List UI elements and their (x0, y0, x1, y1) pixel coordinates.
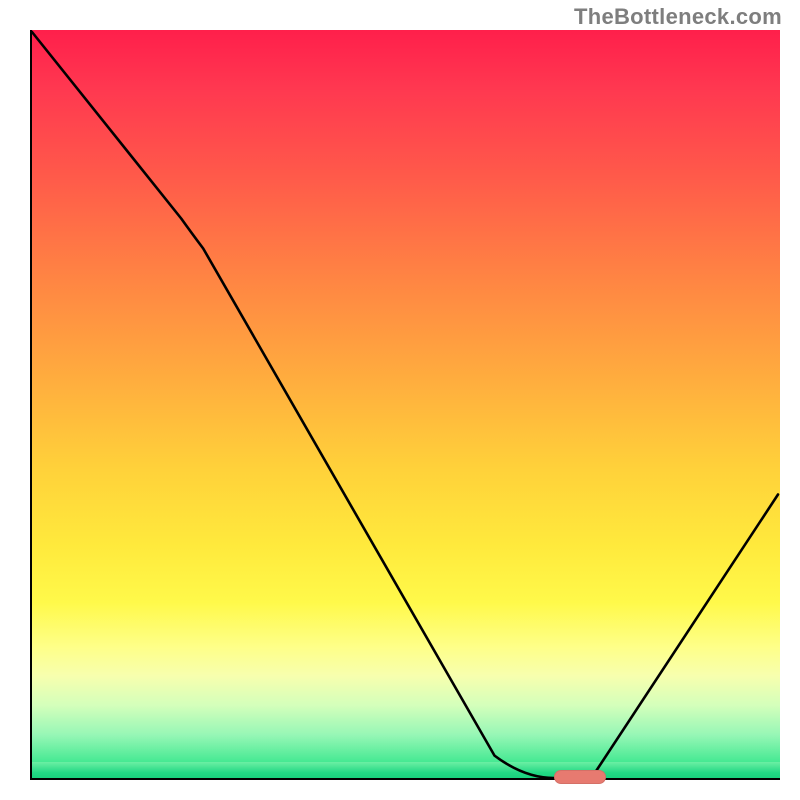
optimal-range-marker (554, 770, 606, 784)
bottleneck-curve (30, 30, 780, 780)
chart-frame: TheBottleneck.com (0, 0, 800, 800)
watermark-text: TheBottleneck.com (574, 4, 782, 30)
